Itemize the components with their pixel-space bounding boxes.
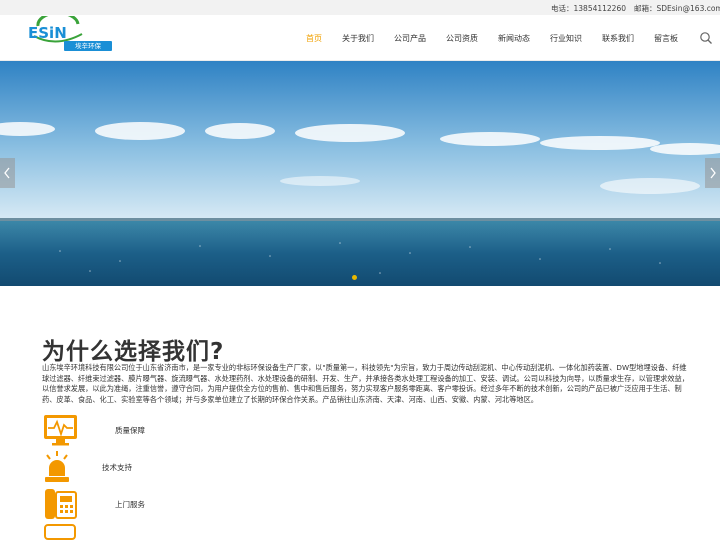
feature-item-partial xyxy=(42,523,342,559)
feature-label-quality: 质量保障 xyxy=(115,426,145,435)
carousel-indicator-dot[interactable] xyxy=(352,275,357,280)
banner-next-button[interactable] xyxy=(705,158,720,188)
search-icon[interactable] xyxy=(699,31,713,45)
partial-icon xyxy=(44,524,76,540)
nav-item-home[interactable]: 首页 xyxy=(306,33,322,44)
nav-item-qualifications[interactable]: 公司资质 xyxy=(446,33,478,44)
site-logo[interactable]: ESiN 埃辛环保 xyxy=(26,11,112,56)
phone-icon xyxy=(45,489,77,519)
monitor-icon xyxy=(44,415,77,446)
phone-number: 电话：13854112260 xyxy=(551,4,626,13)
nav-item-contact[interactable]: 联系我们 xyxy=(602,33,634,44)
feature-label-support: 技术支持 xyxy=(102,463,132,472)
nav-item-guestbook[interactable]: 留言板 xyxy=(654,33,678,44)
feature-item-quality: 质量保障 xyxy=(42,412,342,448)
hero-banner xyxy=(0,61,720,286)
feature-item-onsite: 上门服务 xyxy=(42,486,342,522)
chevron-left-icon xyxy=(4,167,10,179)
top-contact-bar: 电话：13854112260 邮箱：SDEsin@163.com xyxy=(0,0,720,15)
sea-sky-image xyxy=(0,61,720,286)
company-intro: 山东埃辛环境科技有限公司位于山东省济南市，是一家专业的非标环保设备生产厂家，以"… xyxy=(42,363,689,404)
nav-item-knowledge[interactable]: 行业知识 xyxy=(550,33,582,44)
nav-item-products[interactable]: 公司产品 xyxy=(394,33,426,44)
section-title: 为什么选择我们? xyxy=(42,339,225,365)
logo-subtitle: 埃辛环保 xyxy=(64,41,112,51)
alarm-light-icon xyxy=(45,451,69,482)
feature-label-onsite: 上门服务 xyxy=(115,500,145,509)
nav-item-news[interactable]: 新闻动态 xyxy=(498,33,530,44)
feature-item-support: 技术支持 xyxy=(42,449,342,485)
email-address: 邮箱：SDEsin@163.com xyxy=(634,4,720,13)
chevron-right-icon xyxy=(710,167,716,179)
nav-item-about[interactable]: 关于我们 xyxy=(342,33,374,44)
banner-prev-button[interactable] xyxy=(0,158,15,188)
logo-brand-text: ESiN xyxy=(28,24,67,42)
site-header: ESiN 埃辛环保 首页 关于我们 公司产品 公司资质 新闻动态 行业知识 联系… xyxy=(0,11,720,61)
